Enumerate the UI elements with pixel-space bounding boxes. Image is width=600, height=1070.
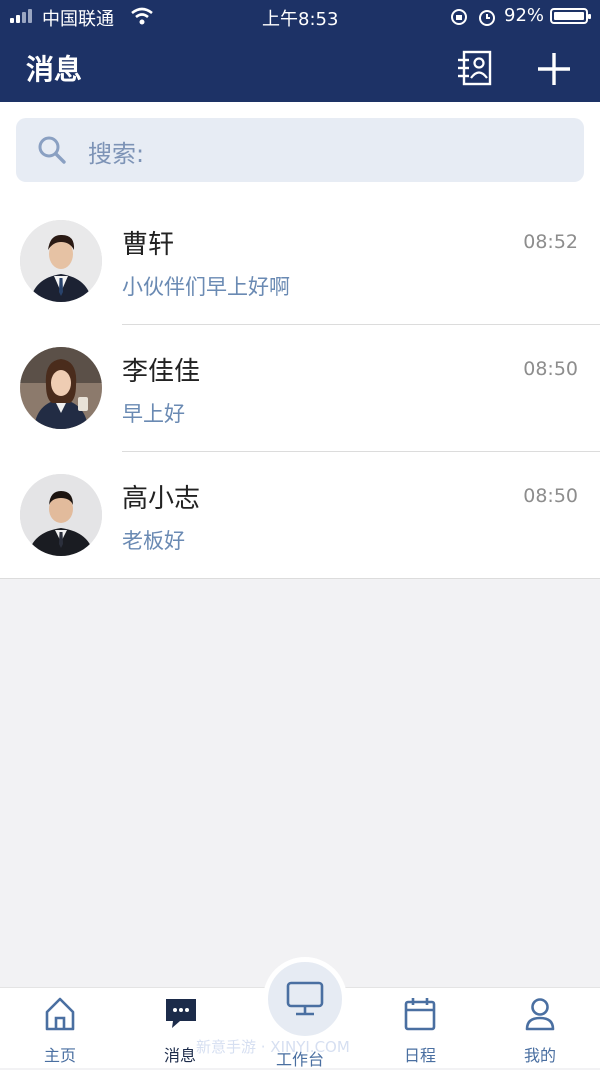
carrier-label: 中国联通 xyxy=(42,9,114,30)
divider xyxy=(0,578,600,579)
tab-workbench[interactable] xyxy=(263,957,347,1041)
alarm-icon xyxy=(479,10,495,26)
wifi-icon xyxy=(131,7,153,25)
message-preview: 老板好 xyxy=(122,529,185,553)
message-time: 08:52 xyxy=(523,231,578,253)
search-placeholder: 搜索: xyxy=(88,140,145,168)
tab-label: 主页 xyxy=(43,1046,76,1065)
user-icon xyxy=(525,998,555,1031)
conversation-item[interactable]: 李佳佳 08:50 早上好 xyxy=(0,325,600,452)
tab-schedule[interactable]: 日程 xyxy=(360,988,480,1068)
conversation-item[interactable]: 高小志 08:50 老板好 xyxy=(0,452,600,579)
signal-icon xyxy=(10,9,32,23)
battery-percent: 92% xyxy=(504,5,545,26)
search-icon xyxy=(38,136,66,164)
clock: 上午8:53 xyxy=(262,9,339,30)
contact-name: 高小志 xyxy=(122,484,201,514)
message-preview: 早上好 xyxy=(122,402,185,426)
avatar xyxy=(20,347,102,429)
contact-name: 李佳佳 xyxy=(122,357,201,387)
header-bar: 消息 xyxy=(0,34,600,102)
conversation-item[interactable]: 曹轩 08:52 小伙伴们早上好啊 xyxy=(0,198,600,325)
tab-home[interactable]: 主页 xyxy=(0,988,120,1068)
avatar xyxy=(20,474,102,556)
status-bar: 中国联通 上午8:53 92% xyxy=(0,0,600,34)
page-title: 消息 xyxy=(26,53,83,86)
home-icon xyxy=(45,997,75,1031)
battery-icon xyxy=(550,8,591,24)
search-input[interactable]: 搜索: xyxy=(16,118,584,182)
message-time: 08:50 xyxy=(523,358,578,380)
message-time: 08:50 xyxy=(523,485,578,507)
monitor-icon xyxy=(286,981,324,1016)
rotation-lock-icon xyxy=(451,9,467,25)
add-button[interactable] xyxy=(536,51,572,87)
tab-mine[interactable]: 我的 xyxy=(480,988,600,1068)
watermark: 新意手游 · XINYI.COM xyxy=(196,1038,350,1056)
contact-name: 曹轩 xyxy=(122,230,175,260)
tab-label: 我的 xyxy=(523,1046,556,1065)
tab-label: 日程 xyxy=(403,1046,436,1065)
avatar xyxy=(20,220,102,302)
search-section: 搜索: xyxy=(0,102,600,198)
contacts-icon[interactable] xyxy=(456,50,494,86)
message-preview: 小伙伴们早上好啊 xyxy=(122,275,290,299)
chat-icon xyxy=(166,999,196,1028)
calendar-icon xyxy=(404,998,436,1031)
conversation-list: 曹轩 08:52 小伙伴们早上好啊 李佳佳 08:50 早上好 高小志 08:5… xyxy=(0,198,600,579)
